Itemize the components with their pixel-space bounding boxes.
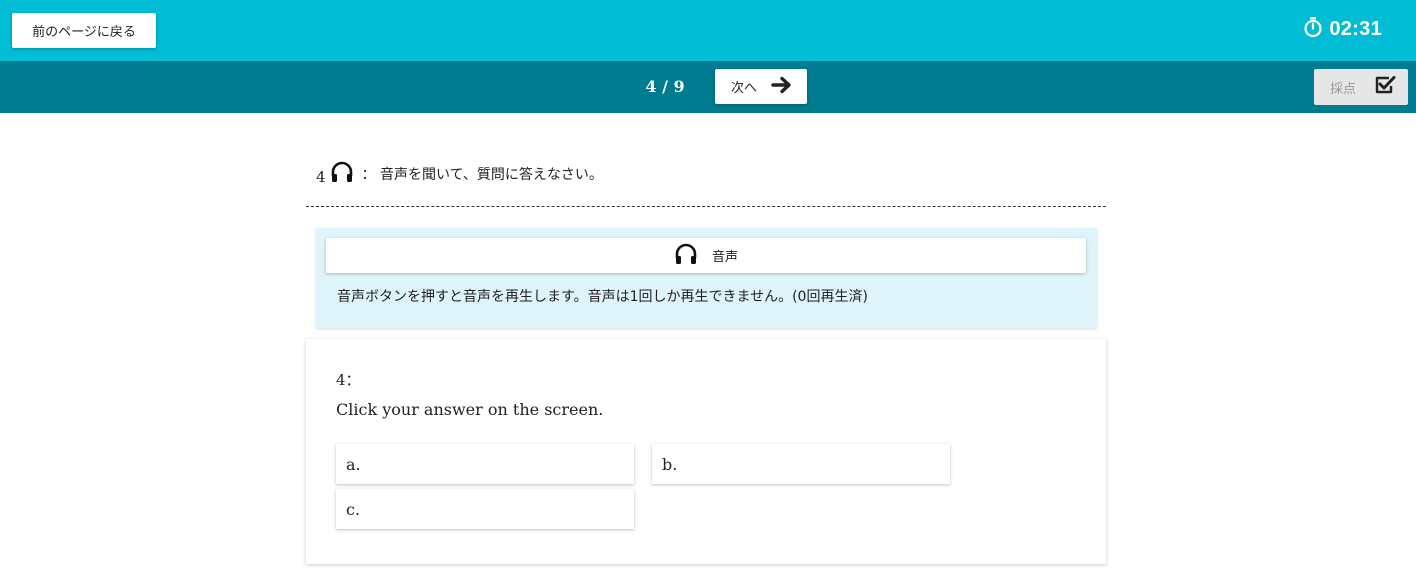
question-card: 4： Click your answer on the screen. a. b… <box>306 339 1106 564</box>
next-button-label: 次へ <box>731 81 758 96</box>
question-number: 4 <box>316 168 326 186</box>
audio-panel: 音声 音声ボタンを押すと音声を再生します。音声は1回しか再生できません。(0回再… <box>316 228 1097 328</box>
back-button[interactable]: 前のページに戻る <box>12 13 156 48</box>
arrow-right-icon <box>771 75 793 99</box>
question-instruction: ： 音声を聞いて、質問に答えなさい。 <box>361 167 603 183</box>
grade-button[interactable]: 採点 <box>1314 69 1408 105</box>
card-prompt: Click your answer on the screen. <box>336 400 604 419</box>
timer: 02:31 <box>1303 14 1382 44</box>
timer-text: 02:31 <box>1329 17 1382 40</box>
question-header: 4 ： 音声を聞いて、質問に答えなさい。 <box>316 160 603 188</box>
next-button[interactable]: 次へ <box>715 69 807 104</box>
grade-button-label: 採点 <box>1330 81 1357 97</box>
divider <box>306 206 1106 207</box>
stopwatch-icon <box>1303 16 1323 42</box>
audio-note: 音声ボタンを押すと音声を再生します。音声は1回しか再生できません。(0回再生済) <box>337 289 868 305</box>
checkbox-checked-icon <box>1374 75 1396 99</box>
play-audio-label: 音声 <box>711 250 738 265</box>
headphones-icon <box>674 243 698 269</box>
nav-bar: 4 / 9 次へ 採点 <box>0 61 1416 113</box>
answer-choice-a[interactable]: a. <box>336 444 634 484</box>
play-audio-button[interactable]: 音声 <box>326 238 1086 273</box>
answer-choice-c[interactable]: c. <box>336 489 634 529</box>
answer-choice-b[interactable]: b. <box>652 444 950 484</box>
headphones-icon <box>330 161 354 187</box>
page-indicator: 4 / 9 <box>645 77 685 96</box>
top-bar: 前のページに戻る 02:31 <box>0 0 1416 61</box>
card-question-number: 4： <box>336 371 361 389</box>
